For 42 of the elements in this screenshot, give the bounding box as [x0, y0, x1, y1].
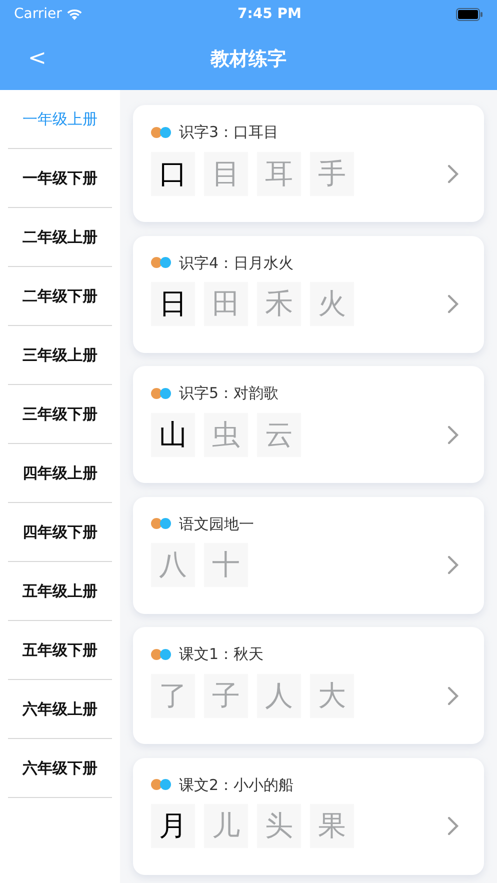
clock-time: 7:45 PM	[238, 4, 302, 24]
chevron-right-icon	[447, 424, 459, 444]
lesson-title: 语文园地一	[179, 514, 254, 534]
battery-icon	[456, 8, 483, 20]
chevron-right-icon	[447, 164, 459, 184]
dots-icon	[151, 388, 171, 399]
dots-icon	[151, 518, 171, 530]
lesson-title: 识字4：日月水火	[179, 252, 294, 274]
grade-tab[interactable]: 三年级下册	[8, 385, 112, 444]
lesson-title: 课文2：小小的船	[179, 774, 294, 796]
dots-icon	[151, 648, 171, 660]
grade-tab[interactable]: 六年级下册	[8, 739, 112, 798]
lesson-title: 识字3：口耳目	[179, 122, 279, 143]
character-tile[interactable]: 日	[151, 282, 195, 326]
grade-tab[interactable]: 二年级下册	[8, 267, 112, 326]
grade-tab[interactable]: 五年级上册	[8, 562, 112, 621]
character-tile[interactable]: 山	[151, 412, 195, 456]
dots-icon	[151, 257, 171, 268]
chevron-right-icon	[447, 816, 459, 836]
dots-icon	[151, 779, 171, 790]
lesson-card[interactable]: 课文2：小小的船 月 儿 头 果	[133, 758, 484, 874]
grade-tab[interactable]: 五年级下册	[8, 621, 112, 680]
lesson-title: 课文1：秋天	[179, 644, 264, 665]
grade-tab[interactable]: 一年级下册	[8, 149, 112, 208]
page-title: 教材练字	[210, 46, 286, 72]
lesson-card[interactable]: 识字5：对韵歌 山 虫 云	[133, 366, 484, 483]
lesson-card[interactable]: 识字3：口耳目 口 目 耳 手	[133, 105, 484, 222]
lesson-title: 识字5：对韵歌	[179, 383, 279, 404]
grade-tab[interactable]: 四年级上册	[8, 444, 112, 503]
grade-tab[interactable]: 四年级下册	[8, 503, 112, 562]
dots-icon	[151, 126, 171, 138]
grade-tab[interactable]: 六年级上册	[8, 680, 112, 739]
chevron-right-icon	[447, 686, 459, 706]
chevron-right-icon	[447, 555, 459, 575]
grade-tab[interactable]: 三年级上册	[8, 326, 112, 385]
character-tile[interactable]: 口	[151, 152, 195, 196]
wifi-icon	[66, 8, 83, 20]
character-tile[interactable]: 月	[151, 804, 195, 848]
lesson-card[interactable]: 识字4：日月水火 日 田 禾 火	[133, 236, 484, 352]
chevron-right-icon	[447, 294, 459, 314]
carrier-label: Carrier	[14, 4, 62, 24]
grade-tab[interactable]: 二年级上册	[8, 208, 112, 267]
